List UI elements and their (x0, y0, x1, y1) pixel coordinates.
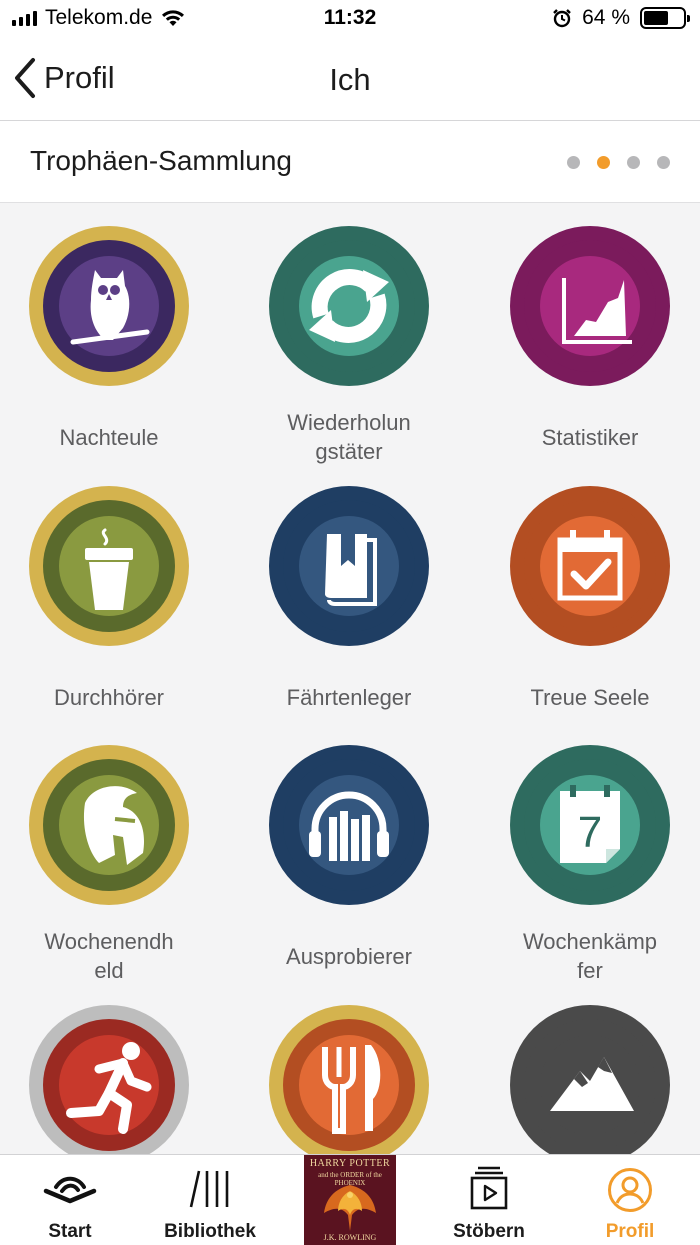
trophy-badge (269, 745, 429, 905)
navigation-bar: Profil Ich (0, 40, 700, 121)
page-dot[interactable] (567, 156, 580, 169)
battery-icon (640, 7, 690, 29)
section-title: Trophäen-Sammlung (30, 145, 292, 176)
trophy-badge (269, 1005, 429, 1154)
trophy-badge (29, 1005, 189, 1154)
trophy-badge (510, 1005, 670, 1154)
trophy-card[interactable]: Fährtenleger (249, 464, 449, 724)
page-dot[interactable] (597, 156, 610, 169)
trophy-card[interactable] (249, 983, 449, 1154)
trophy-badge (29, 226, 189, 386)
headphones-books-icon (309, 791, 389, 861)
trophy-card[interactable]: Nachteule (9, 204, 209, 464)
profile-icon (608, 1168, 652, 1212)
trophy-label: Wiederholun gstäter (287, 410, 411, 464)
audible-logo-icon (43, 1176, 97, 1204)
mountain-icon (550, 1057, 634, 1111)
tab-bar: Start Bibliothek HARRY POTTER and the OR… (0, 1154, 700, 1245)
fork-knife-icon (322, 1045, 381, 1134)
trophy-card[interactable]: 7 Wochenkämp fer (490, 723, 690, 983)
owl-icon (70, 270, 150, 345)
coffee-cup-icon (85, 528, 133, 610)
trophy-badge (269, 226, 429, 386)
tab-browse[interactable]: Stöbern (434, 1155, 544, 1245)
trophy-card[interactable]: Durchhörer (9, 464, 209, 724)
now-playing-cover[interactable]: HARRY POTTER and the ORDER of the PHOENI… (304, 1155, 396, 1245)
trophy-label: Treue Seele (530, 685, 650, 710)
cover-title: and the ORDER of the PHOENIX (318, 1171, 382, 1187)
trophy-label: Wochenendh eld (44, 929, 174, 983)
trophy-card[interactable] (9, 983, 209, 1154)
trophy-badge (29, 486, 189, 646)
trophy-label: Fährtenleger (286, 685, 412, 710)
trophy-label: Nachteule (59, 425, 159, 450)
trophy-card[interactable]: Wochenendh eld (9, 723, 209, 983)
tab-label: Bibliothek (164, 1221, 256, 1242)
battery-percent: 64 % (582, 6, 630, 29)
trophy-card[interactable]: Treue Seele (490, 464, 690, 724)
tab-label: Profil (605, 1221, 655, 1242)
trophy-card[interactable]: Ausprobierer (249, 723, 449, 983)
trophy-card[interactable] (490, 983, 690, 1154)
svg-text:7: 7 (578, 808, 602, 857)
trophy-badge (29, 745, 189, 905)
calendar-check-icon (557, 530, 623, 601)
status-bar: Telekom.de 11:32 64 % (0, 0, 700, 40)
trophy-badge (510, 226, 670, 386)
trophy-card[interactable]: Wiederholun gstäter (249, 204, 449, 464)
book-bookmark-icon (325, 534, 377, 606)
tab-label: Stöbern (453, 1221, 525, 1242)
page-title: Ich (329, 62, 371, 97)
library-icon (189, 1170, 229, 1208)
chart-icon (562, 278, 632, 344)
tab-profile[interactable]: Profil (580, 1155, 680, 1245)
trophy-section-header: Trophäen-Sammlung (0, 121, 700, 203)
trophy-label: Ausprobierer (286, 944, 412, 969)
page-indicator[interactable] (567, 156, 670, 169)
alarm-icon (553, 9, 571, 28)
cover-series: HARRY POTTER (309, 1158, 391, 1169)
battery-fill (644, 11, 669, 25)
tab-start[interactable]: Start (14, 1155, 126, 1245)
trophy-badge: 7 (510, 745, 670, 905)
trophy-grid: Nachteule Wiederholun gstäter Statistike… (0, 204, 700, 1154)
repeat-icon (309, 269, 389, 343)
page-dot[interactable] (657, 156, 670, 169)
trophy-badge (269, 486, 429, 646)
calendar-seven-icon: 7 (560, 785, 620, 863)
trophy-label: Statistiker (541, 425, 639, 450)
cover-author: J.K. ROWLING (323, 1233, 377, 1242)
trophy-label: Durchhörer (53, 685, 165, 710)
browse-play-icon (470, 1166, 508, 1210)
trophy-label: Wochenkämp fer (522, 929, 658, 983)
runner-icon (66, 1042, 152, 1134)
page-dot[interactable] (627, 156, 640, 169)
spartan-helmet-icon (83, 786, 145, 865)
trophy-badge (510, 486, 670, 646)
status-right: 64 % (552, 6, 690, 30)
tab-library[interactable]: Bibliothek (150, 1155, 270, 1245)
trophy-card[interactable]: Statistiker (490, 204, 690, 464)
tab-label: Start (48, 1221, 92, 1242)
